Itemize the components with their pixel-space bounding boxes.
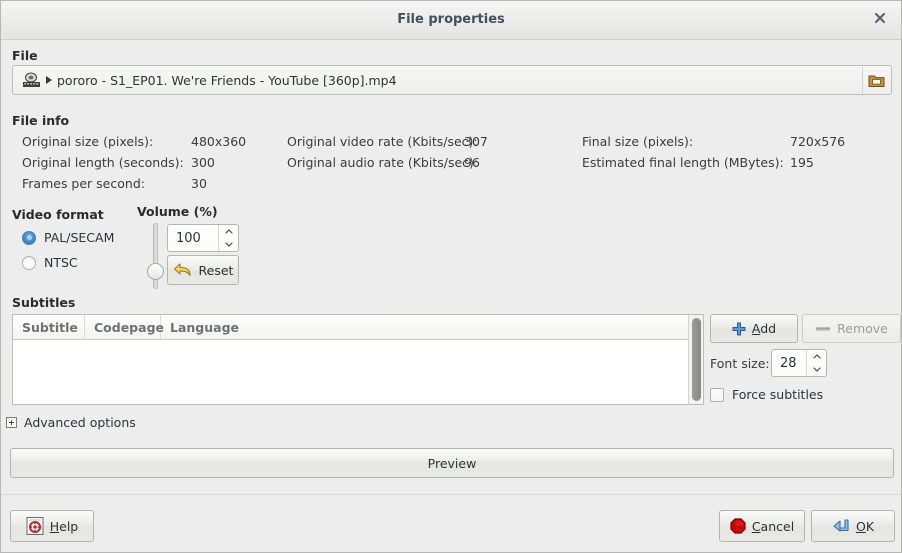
ok-accel: O	[855, 518, 866, 534]
subtitles-scrollbar-thumb[interactable]	[692, 318, 701, 401]
preview-label: Preview	[427, 455, 477, 471]
ok-label: OK	[856, 519, 874, 534]
original-length-label: Original length (seconds):	[22, 155, 184, 170]
font-size-spinner-buttons	[806, 350, 826, 376]
radio-ntsc[interactable]: NTSC	[22, 255, 78, 270]
volume-slider-handle[interactable]	[147, 263, 164, 280]
font-size-label: Font size:	[710, 356, 770, 371]
chevron-up-icon	[224, 229, 233, 234]
force-subtitles-label: Force subtitles	[732, 387, 824, 402]
add-subtitle-rest: dd	[760, 321, 777, 336]
add-subtitle-label: Add	[752, 321, 776, 336]
final-size-label: Final size (pixels):	[582, 134, 694, 149]
stop-icon	[730, 518, 746, 534]
close-icon[interactable]	[871, 12, 889, 30]
file-breadcrumb[interactable]: pororo - S1_EP01. We're Friends - YouTub…	[17, 69, 402, 91]
volume-spinner-down[interactable]	[219, 238, 238, 251]
cancel-label: Cancel	[752, 519, 794, 534]
font-size-spinner[interactable]: 28	[771, 349, 827, 377]
cancel-button[interactable]: Cancel	[719, 510, 805, 542]
radio-ntsc-label: NTSC	[44, 255, 78, 270]
subtitles-scrollbar[interactable]	[688, 315, 703, 404]
remove-subtitle-label: Remove	[837, 321, 888, 336]
advanced-options-expander[interactable]: Advanced options	[6, 415, 136, 430]
volume-value: 100	[176, 230, 201, 246]
volume-spinner-buttons	[218, 225, 238, 251]
folder-icon	[868, 75, 885, 87]
file-info-label: File info	[12, 113, 70, 128]
remove-subtitle-button: Remove	[802, 314, 901, 343]
chevron-up-icon	[812, 354, 821, 359]
chevron-down-icon	[224, 242, 233, 247]
file-section-label: File	[12, 48, 38, 63]
add-subtitle-accel: A	[751, 321, 761, 336]
video-rate-label: Original video rate (Kbits/sec):	[287, 134, 478, 149]
fps-label: Frames per second:	[22, 176, 145, 191]
original-size-label: Original size (pixels):	[22, 134, 154, 149]
plus-icon	[732, 322, 746, 335]
volume-spinner[interactable]: 100	[167, 224, 239, 252]
subtitles-label: Subtitles	[12, 295, 76, 310]
final-size-value: 720x576	[790, 134, 846, 149]
original-length-value: 300	[191, 155, 215, 170]
volume-reset-button[interactable]: Reset	[167, 255, 239, 285]
help-rest: elp	[59, 518, 79, 534]
breadcrumb-arrow-icon	[46, 76, 52, 84]
force-subtitles-checkbox[interactable]	[710, 387, 724, 402]
help-label: Help	[50, 519, 79, 534]
font-size-spinner-up[interactable]	[807, 350, 826, 363]
audio-rate-label: Original audio rate (Kbits/sec):	[287, 155, 479, 170]
column-header-codepage[interactable]: Codepage	[85, 315, 164, 339]
preview-button[interactable]: Preview	[10, 448, 894, 478]
undo-arrow-icon	[173, 263, 191, 277]
title-bar: File properties	[1, 1, 901, 40]
radio-ntsc-indicator	[22, 255, 36, 270]
lifebuoy-icon	[26, 517, 44, 535]
remove-icon	[816, 327, 831, 331]
browse-folder-button[interactable]	[862, 67, 890, 93]
footer-separator	[1, 494, 901, 495]
file-name-text: pororo - S1_EP01. We're Friends - YouTub…	[57, 72, 397, 88]
chevron-down-icon	[812, 367, 821, 372]
audio-rate-value: 96	[464, 155, 480, 170]
column-header-language[interactable]: Language	[161, 315, 689, 339]
cancel-accel: C	[751, 518, 761, 534]
close-glyph	[874, 12, 886, 24]
volume-spinner-up[interactable]	[219, 225, 238, 238]
video-format-label: Video format	[12, 207, 104, 222]
advanced-options-label: Advanced options	[24, 415, 136, 430]
video-rate-value: 307	[464, 134, 488, 149]
add-subtitle-button[interactable]: Add	[710, 314, 798, 343]
volume-slider[interactable]	[144, 223, 166, 289]
film-reel-icon	[23, 72, 40, 87]
fps-value: 30	[191, 176, 207, 191]
help-accel: H	[49, 518, 60, 534]
radio-pal-secam-label: PAL/SECAM	[44, 230, 115, 245]
ok-button[interactable]: OK	[811, 510, 895, 542]
volume-reset-label: Reset	[198, 262, 234, 278]
plus-box-icon	[6, 417, 17, 428]
window-title: File properties	[397, 12, 505, 27]
file-path-entry[interactable]: pororo - S1_EP01. We're Friends - YouTub…	[12, 65, 892, 95]
volume-label: Volume (%)	[137, 204, 218, 219]
font-size-spinner-down[interactable]	[807, 363, 826, 376]
estimated-length-value: 195	[790, 155, 814, 170]
help-button[interactable]: Help	[10, 510, 94, 542]
force-subtitles-checkbox-row[interactable]: Force subtitles	[710, 387, 823, 402]
cancel-rest: ancel	[760, 518, 795, 534]
font-size-value: 28	[780, 355, 797, 371]
estimated-length-label: Estimated final length (MBytes):	[582, 155, 784, 170]
original-size-value: 480x360	[191, 134, 247, 149]
enter-arrow-icon	[833, 519, 849, 532]
column-header-subtitle[interactable]: Subtitle	[13, 315, 85, 339]
file-properties-dialog: File properties File pororo - S1_EP01. W…	[0, 0, 902, 553]
subtitles-header: Subtitle Codepage Language	[13, 315, 703, 340]
radio-pal-secam[interactable]: PAL/SECAM	[22, 230, 114, 245]
radio-pal-secam-indicator	[22, 230, 36, 245]
subtitles-list[interactable]: Subtitle Codepage Language	[12, 314, 704, 405]
ok-rest: K	[865, 518, 875, 534]
